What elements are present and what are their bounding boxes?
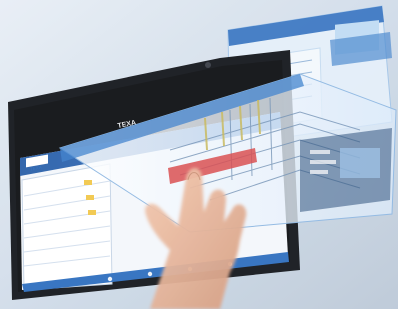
photo: TEXA TEXA xyxy=(0,0,398,309)
photo-scene: TEXA TEXA xyxy=(0,0,398,309)
